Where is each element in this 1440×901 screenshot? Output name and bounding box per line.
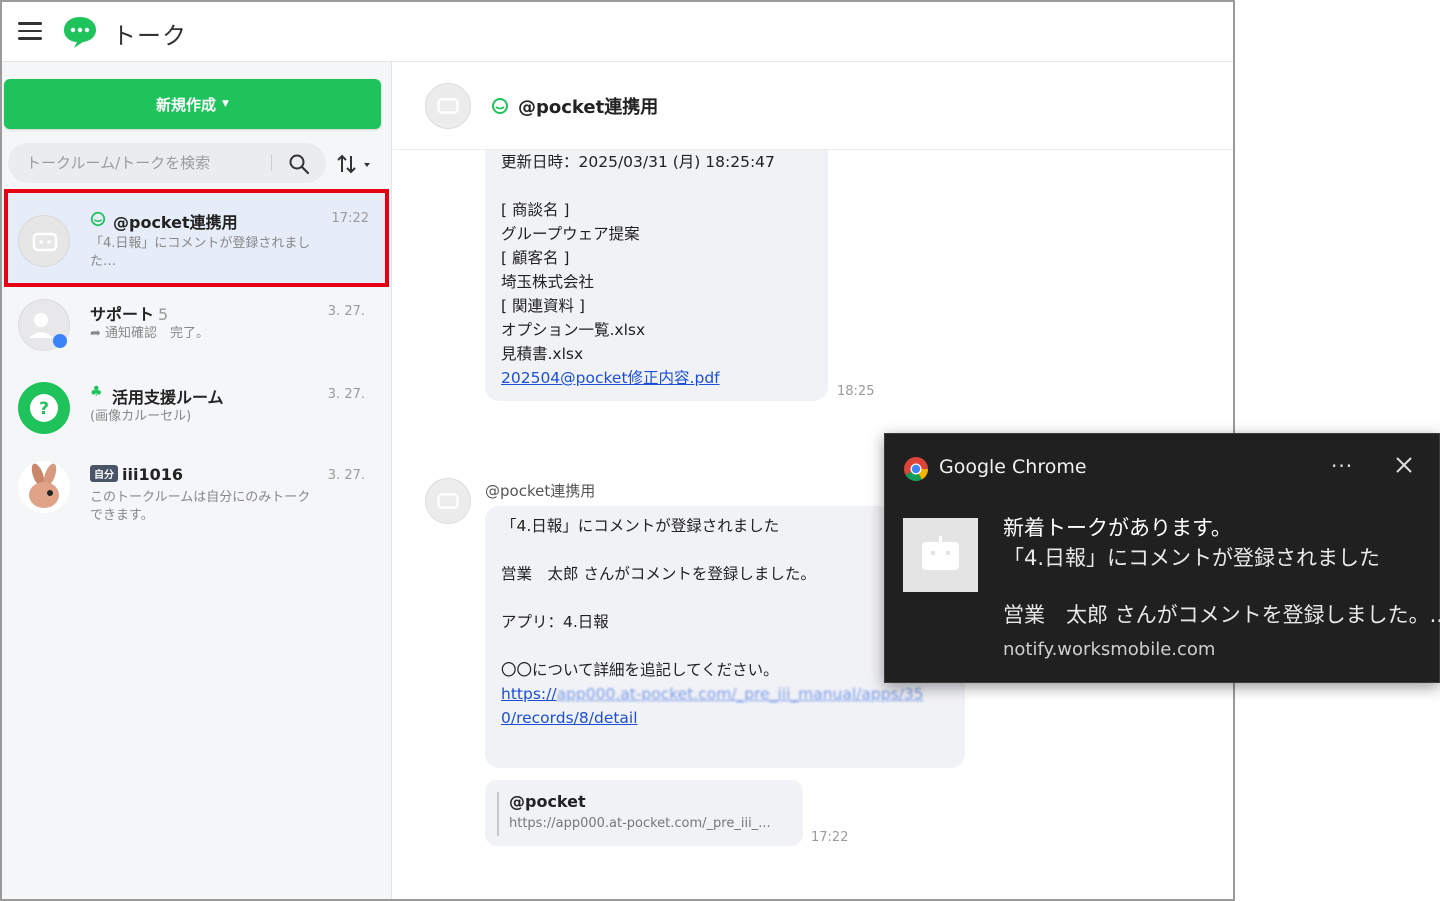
search-icon[interactable] bbox=[288, 153, 310, 175]
notification-title: 新着トークがあります。 bbox=[1003, 516, 1232, 540]
message-bubble: 更新日時：2025/03/31 (月) 18:25:47 [ 商談名 ] グルー… bbox=[485, 122, 828, 401]
sender-avatar bbox=[425, 478, 471, 524]
self-badge: 自分 bbox=[90, 465, 118, 482]
help-avatar: ? bbox=[18, 382, 70, 434]
talk-logo-icon bbox=[64, 17, 96, 48]
bot-face-icon bbox=[437, 98, 459, 114]
help-icon: ? bbox=[30, 394, 58, 422]
search-box bbox=[8, 143, 326, 183]
message-text: 「4.日報」にコメントが登録されました 営業 太郎 さんがコメントを登録しました… bbox=[501, 517, 816, 679]
member-count: 5 bbox=[158, 305, 169, 324]
record-link[interactable]: https://app000.at-pocket.com/_pre_iii_ma… bbox=[501, 682, 949, 706]
card-title: @pocket bbox=[509, 792, 586, 811]
top-bar: トーク bbox=[2, 2, 1233, 62]
chat-preview: このトークルームは自分にのみトークできます。 bbox=[90, 490, 311, 523]
message-time: 17:22 bbox=[811, 830, 849, 845]
record-link-blurred[interactable]: app000.at-pocket.com/_pre_iii_manual/app… bbox=[557, 685, 924, 703]
chat-name: 活用支援ルーム bbox=[112, 388, 224, 407]
header-avatar bbox=[425, 83, 471, 129]
more-options-icon[interactable]: ··· bbox=[1331, 454, 1353, 478]
support-avatar bbox=[18, 299, 70, 351]
chat-preview-text: 通知確認 完了。 bbox=[105, 326, 210, 341]
menu-icon[interactable] bbox=[18, 22, 42, 40]
chat-time: 3. 27. bbox=[327, 468, 365, 483]
forward-icon: ➦ bbox=[90, 326, 106, 341]
rabbit-icon bbox=[29, 463, 59, 508]
notification-line1: 「4.日報」にコメントが登録されました bbox=[1003, 546, 1381, 570]
group-green-icon: ♣ bbox=[90, 384, 103, 400]
chat-time: 17:22 bbox=[331, 211, 369, 226]
search-divider bbox=[271, 155, 272, 171]
sidebar: 新規作成 ▼ トークルーム/トークを検索 @pocket連携用 17:22 「4… bbox=[2, 62, 392, 899]
chat-item-self[interactable]: 自分 iii1016 3. 27. このトークルームは自分にのみトークできます。 bbox=[4, 455, 389, 553]
bot-status-icon bbox=[492, 98, 508, 114]
new-create-label: 新規作成 bbox=[156, 95, 217, 114]
user-avatar bbox=[18, 461, 70, 513]
chat-name: サポート 5 bbox=[90, 301, 168, 325]
chat-preview: (画像カルーセル) bbox=[90, 409, 192, 424]
attachment-link[interactable]: 202504@pocket修正内容.pdf bbox=[501, 366, 812, 390]
chat-title: @pocket連携用 bbox=[518, 97, 659, 118]
notification-app-name: Google Chrome bbox=[939, 456, 1087, 478]
group-icon bbox=[29, 313, 67, 348]
svg-text:?: ? bbox=[39, 399, 49, 419]
notification-source: notify.worksmobile.com bbox=[1003, 639, 1216, 660]
bot-status-icon bbox=[90, 211, 106, 227]
message-time: 18:25 bbox=[837, 384, 875, 399]
chat-name-text: サポート bbox=[90, 305, 155, 324]
notification-bot-image bbox=[903, 518, 978, 592]
sender-name: @pocket連携用 bbox=[485, 482, 596, 500]
new-create-button[interactable]: 新規作成 ▼ bbox=[4, 79, 381, 129]
chat-header: @pocket連携用 bbox=[393, 62, 1233, 150]
bot-face-icon bbox=[32, 232, 58, 252]
link-preview-card[interactable]: @pocket https://app000.at-pocket.com/_pr… bbox=[485, 780, 803, 846]
chat-item-pocket[interactable]: @pocket連携用 17:22 「4.日報」にコメントが登録されました… bbox=[4, 189, 389, 287]
caret-down-icon: ▼ bbox=[222, 99, 229, 109]
chrome-icon bbox=[904, 457, 928, 482]
chat-name-text: iii1016 bbox=[122, 465, 183, 484]
chrome-notification[interactable]: Google Chrome ··· 新着トークがあります。 「4.日報」にコメン… bbox=[884, 433, 1440, 683]
chat-time: 3. 27. bbox=[327, 304, 365, 319]
bot-icon bbox=[922, 536, 959, 570]
chat-name: 自分 iii1016 bbox=[90, 465, 183, 484]
chat-name: @pocket連携用 bbox=[113, 213, 238, 232]
card-accent-bar bbox=[497, 792, 499, 836]
app-title: トーク bbox=[112, 22, 187, 50]
search-input[interactable] bbox=[26, 152, 261, 174]
card-url: https://app000.at-pocket.com/_pre_iii_..… bbox=[509, 816, 771, 831]
close-icon[interactable] bbox=[1393, 454, 1415, 476]
record-link-prefix[interactable]: https:// bbox=[501, 685, 557, 703]
notification-line2: 営業 太郎 さんがコメントを登録しました。..... bbox=[1003, 603, 1440, 627]
chat-time: 3. 27. bbox=[327, 387, 365, 402]
chat-preview: 「4.日報」にコメントが登録されました… bbox=[90, 236, 311, 269]
sort-icon[interactable] bbox=[336, 152, 376, 176]
record-link-suffix[interactable]: 0/records/8/detail bbox=[501, 706, 949, 730]
bot-face-icon bbox=[437, 493, 459, 509]
message-text: 更新日時：2025/03/31 (月) 18:25:47 [ 商談名 ] グルー… bbox=[501, 153, 775, 363]
chat-preview: ➦ 通知確認 完了。 bbox=[90, 325, 330, 343]
bot-avatar bbox=[18, 215, 70, 267]
